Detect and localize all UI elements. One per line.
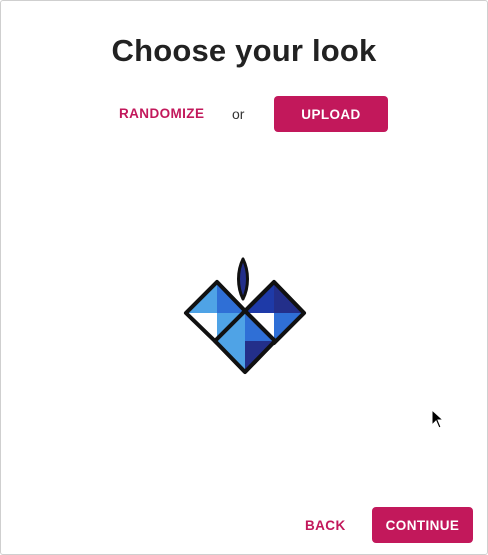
continue-button[interactable]: CONTINUE <box>372 507 473 543</box>
dialog-panel: Choose your look RANDOMIZE or UPLOAD BAC… <box>0 0 488 555</box>
avatar-flame-shape <box>237 257 249 301</box>
back-button[interactable]: BACK <box>305 518 346 533</box>
mouse-pointer-icon <box>431 409 445 429</box>
upload-button[interactable]: UPLOAD <box>274 96 388 132</box>
page-title: Choose your look <box>111 33 377 68</box>
avatar-source-actions: RANDOMIZE or UPLOAD <box>1 96 487 132</box>
randomize-button[interactable]: RANDOMIZE <box>119 106 204 121</box>
geometric-diamond-avatar-icon <box>184 257 306 374</box>
or-separator-label: or <box>232 106 245 122</box>
